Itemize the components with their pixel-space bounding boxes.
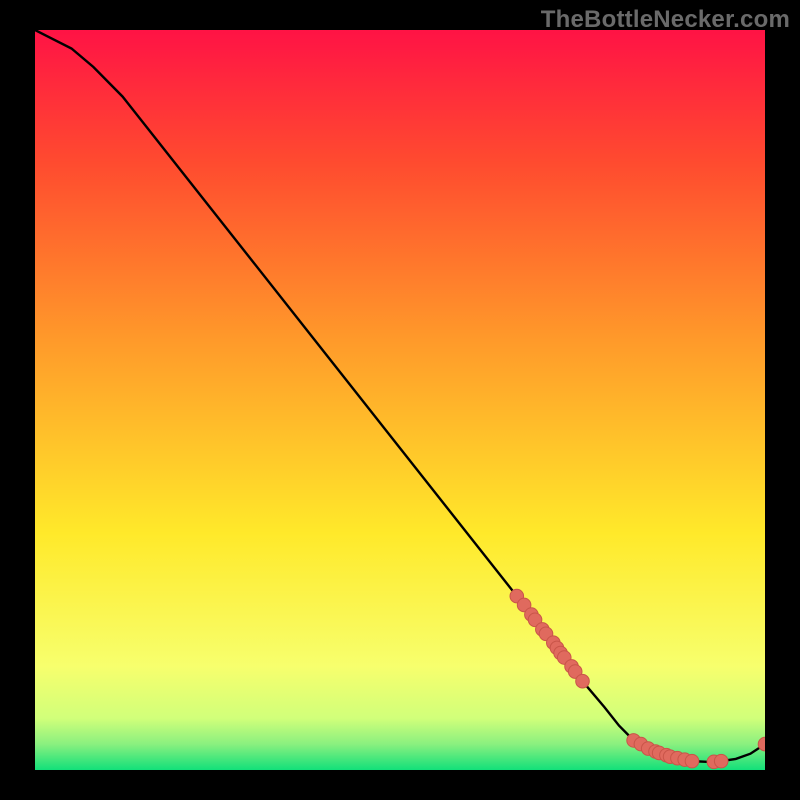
- chart-container: TheBottleNecker.com: [0, 0, 800, 800]
- marker-dot: [714, 754, 728, 768]
- plot-area: [35, 30, 765, 770]
- marker-dot: [576, 674, 590, 688]
- gradient-bg: [35, 30, 765, 770]
- marker-dot: [685, 754, 699, 768]
- chart-svg: [35, 30, 765, 770]
